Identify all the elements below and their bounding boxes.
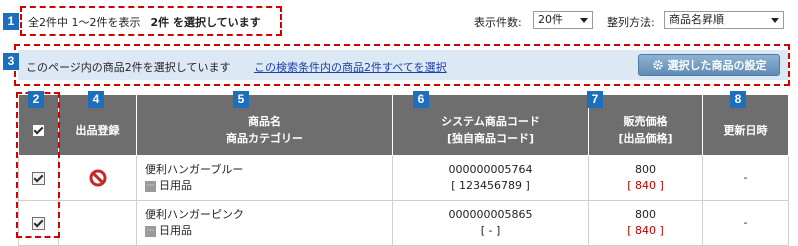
sort-select[interactable]: 商品名昇順 <box>664 11 784 29</box>
product-name-cell: 便利ハンガーピンク ··· 日用品 <box>136 200 393 246</box>
callout-5: 5 <box>233 91 249 108</box>
product-name[interactable]: 便利ハンガーブルー <box>145 163 243 176</box>
listing-status-cell <box>58 155 137 201</box>
chevron-down-icon <box>771 18 779 23</box>
custom-code: [ 123456789 ] <box>451 179 530 192</box>
product-table: 出品登録 商品名 商品カテゴリー システム商品コード [独自商品コード] 販売価格[… <box>18 94 789 246</box>
category-icon: ··· <box>145 225 156 237</box>
callout-4: 4 <box>88 91 104 108</box>
price-cell: 800 [ 840 ] <box>588 155 703 201</box>
checkbox-column-highlight <box>16 92 60 238</box>
table-row: 便利ハンガーブルー ··· 日用品 000000005764 [ 12345678… <box>18 155 789 201</box>
callout-2: 2 <box>28 91 44 108</box>
callout-6: 6 <box>413 91 429 108</box>
updated-cell: - <box>702 200 789 246</box>
result-summary: 全2件中 1〜2件を表示 2件 を選択しています <box>28 14 261 30</box>
listing-price: [ 840 ] <box>627 179 664 192</box>
table-header-row: 出品登録 商品名 商品カテゴリー システム商品コード [独自商品コード] 販売価格[… <box>18 94 789 156</box>
prohibited-icon <box>89 169 106 187</box>
product-category: 日用品 <box>159 224 192 237</box>
updated-cell: - <box>702 155 789 201</box>
price-cell: 800 [ 840 ] <box>588 200 703 246</box>
product-category: 日用品 <box>159 179 192 192</box>
price-header[interactable]: 販売価格 [出品価格] <box>588 94 703 156</box>
product-name-cell: 便利ハンガーブルー ··· 日用品 <box>136 155 393 201</box>
info-bar-highlight <box>14 44 790 86</box>
product-name[interactable]: 便利ハンガーピンク <box>145 208 244 221</box>
sale-price: 800 <box>635 163 656 176</box>
product-code-cell: 000000005865 [ - ] <box>392 200 589 246</box>
result-range-text: 全2件中 1〜2件を表示 <box>28 16 141 29</box>
custom-code: [ - ] <box>480 224 501 237</box>
system-code: 000000005764 <box>448 163 533 176</box>
callout-3: 3 <box>3 53 19 70</box>
system-code: 000000005865 <box>448 208 533 221</box>
selected-count-text: 2件 を選択しています <box>150 16 261 29</box>
display-count-label: 表示件数: <box>474 16 522 29</box>
callout-8: 8 <box>730 91 746 108</box>
product-code-cell: 000000005764 [ 123456789 ] <box>392 155 589 201</box>
table-row: 便利ハンガーピンク ··· 日用品 000000005865 [ - ] 800 … <box>18 200 789 246</box>
sale-price: 800 <box>635 208 656 221</box>
listing-status-cell <box>58 200 137 246</box>
sort-label: 整列方法: <box>607 16 655 29</box>
name-header[interactable]: 商品名 商品カテゴリー <box>136 94 393 156</box>
sort-value: 商品名昇順 <box>669 13 724 26</box>
chevron-down-icon <box>580 18 588 23</box>
callout-7: 7 <box>587 91 603 108</box>
display-count-value: 20件 <box>538 13 563 26</box>
listing-price: [ 840 ] <box>627 224 664 237</box>
category-icon: ··· <box>145 180 156 192</box>
display-count-select[interactable]: 20件 <box>533 11 593 29</box>
callout-1: 1 <box>3 13 19 30</box>
